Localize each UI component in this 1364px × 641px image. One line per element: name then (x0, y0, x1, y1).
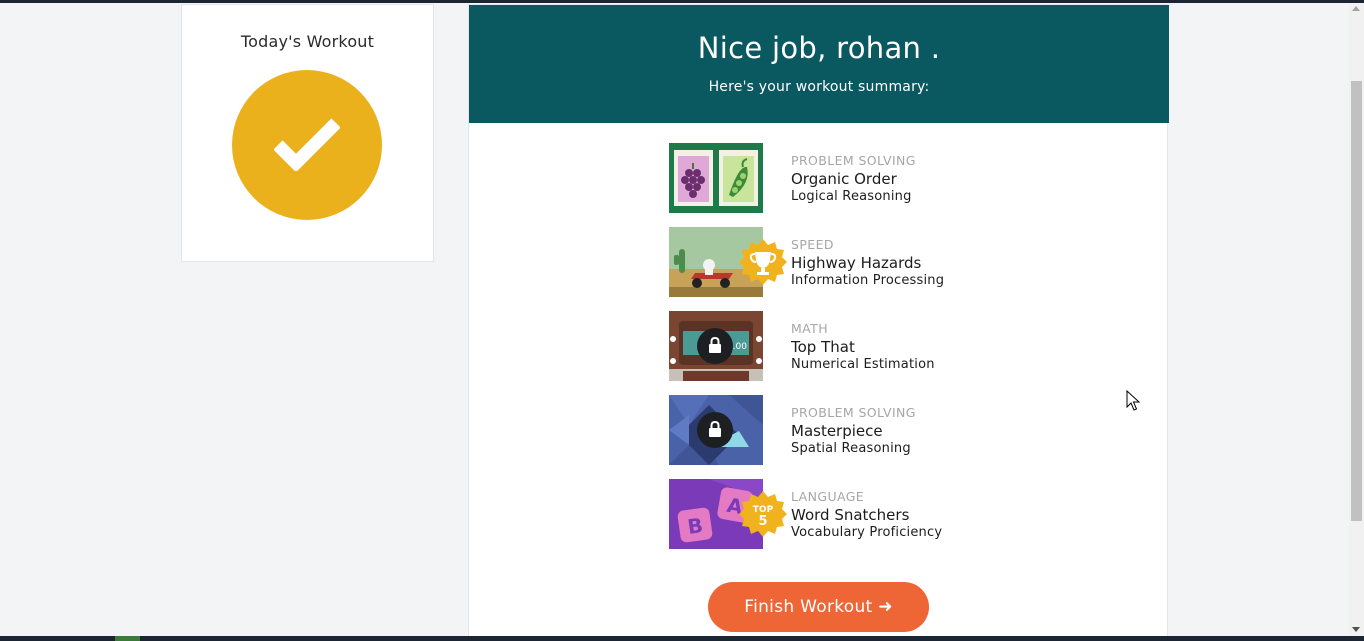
badge-rank-text: 5 (758, 514, 767, 529)
game-category: PROBLEM SOLVING (791, 405, 916, 420)
summary-header: Nice job, rohan . Here's your workout su… (469, 5, 1169, 123)
scrollbar-thumb[interactable] (1351, 81, 1362, 521)
lock-icon (697, 328, 733, 364)
summary-title: Nice job, rohan . (697, 31, 941, 65)
masterpiece-thumbnail (669, 395, 763, 465)
game-item-word-snatchers[interactable]: B A TOP 5 LANGUAGE Word Snatchers Vocabu… (669, 479, 1049, 549)
game-skill: Vocabulary Proficiency (791, 525, 943, 540)
game-name: Word Snatchers (791, 506, 910, 524)
window-bottom-border (0, 636, 1364, 641)
mouse-cursor-icon (1126, 390, 1140, 411)
page-scrollbar[interactable] (1349, 3, 1364, 636)
game-skill: Logical Reasoning (791, 189, 912, 204)
todays-workout-card: Today's Workout (181, 4, 434, 262)
workout-summary-panel: Nice job, rohan . Here's your workout su… (468, 4, 1169, 641)
taskbar-indicator (115, 636, 140, 641)
game-skill: Information Processing (791, 273, 945, 288)
game-category: LANGUAGE (791, 489, 865, 504)
top-5-badge: TOP 5 (739, 491, 787, 537)
game-category: PROBLEM SOLVING (791, 153, 916, 168)
game-category: MATH (791, 321, 829, 336)
finish-workout-button[interactable]: Finish Workout ➜ (708, 582, 929, 632)
game-item-highway-hazards[interactable]: SPEED Highway Hazards Information Proces… (669, 227, 1049, 297)
checkmark-icon (274, 118, 340, 171)
summary-subtitle: Here's your workout summary: (708, 79, 930, 95)
window-top-border (0, 0, 1364, 3)
top-that-readout: .00 (733, 342, 748, 352)
top-that-thumbnail: .00 (669, 311, 763, 381)
workout-complete-badge (232, 70, 382, 220)
game-item-top-that[interactable]: .00 MATH Top That Numerical Estimation (669, 311, 1049, 381)
game-category: SPEED (791, 237, 834, 252)
scroll-down-arrow-icon[interactable] (1352, 627, 1360, 632)
game-name: Masterpiece (791, 422, 883, 440)
game-name: Organic Order (791, 170, 897, 188)
game-skill: Numerical Estimation (791, 357, 935, 372)
trophy-icon (739, 239, 787, 285)
game-name: Top That (791, 338, 855, 356)
todays-workout-title: Today's Workout (240, 32, 375, 51)
game-item-organic-order[interactable]: PROBLEM SOLVING Organic Order Logical Re… (669, 143, 1049, 213)
organic-order-thumbnail (669, 143, 763, 213)
scroll-up-arrow-icon[interactable] (1352, 6, 1360, 11)
game-skill: Spatial Reasoning (791, 441, 911, 456)
game-name: Highway Hazards (791, 254, 922, 272)
lock-icon (697, 412, 733, 448)
game-item-masterpiece[interactable]: PROBLEM SOLVING Masterpiece Spatial Reas… (669, 395, 1049, 465)
